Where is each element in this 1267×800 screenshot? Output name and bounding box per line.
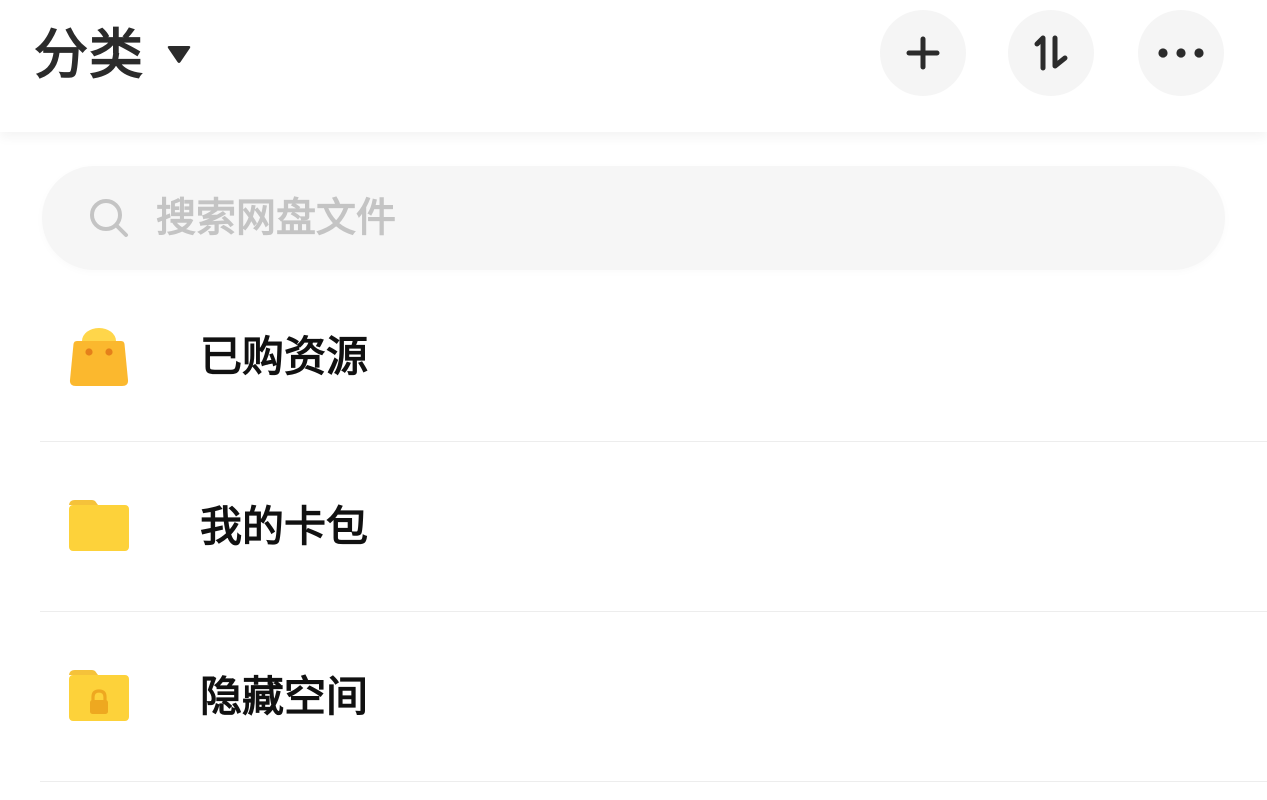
category-list: 已购资源 我的卡包 隐藏空间 xyxy=(0,272,1267,782)
sort-icon xyxy=(1034,35,1068,71)
list-item-my-cards[interactable]: 我的卡包 xyxy=(0,442,1267,612)
more-dots-icon xyxy=(1158,48,1204,58)
list-item-label: 已购资源 xyxy=(200,332,369,381)
search-bar[interactable] xyxy=(42,166,1225,270)
divider xyxy=(40,781,1267,782)
list-item-label: 隐藏空间 xyxy=(200,672,369,721)
search-input[interactable] xyxy=(156,188,1056,248)
caret-down-icon xyxy=(167,46,191,63)
search-icon xyxy=(90,199,128,237)
page-title: 分类 xyxy=(34,23,144,86)
category-selector[interactable]: 分类 xyxy=(34,20,192,90)
category-page: 分类 搜索网盘文件 已购资源 我的卡包 隐藏空间 xyxy=(0,0,1267,800)
list-item-hidden-space[interactable]: 隐藏空间 xyxy=(0,612,1267,782)
list-item-label: 我的卡包 xyxy=(200,502,369,551)
folder-icon xyxy=(66,494,132,558)
more-button[interactable] xyxy=(1138,10,1224,96)
shopping-bag-icon xyxy=(66,324,132,388)
add-button[interactable] xyxy=(880,10,966,96)
top-bar: 分类 xyxy=(0,0,1267,132)
sort-button[interactable] xyxy=(1008,10,1094,96)
list-item-purchased-resources[interactable]: 已购资源 xyxy=(0,272,1267,442)
locked-folder-icon xyxy=(66,664,132,728)
plus-icon xyxy=(906,36,940,70)
